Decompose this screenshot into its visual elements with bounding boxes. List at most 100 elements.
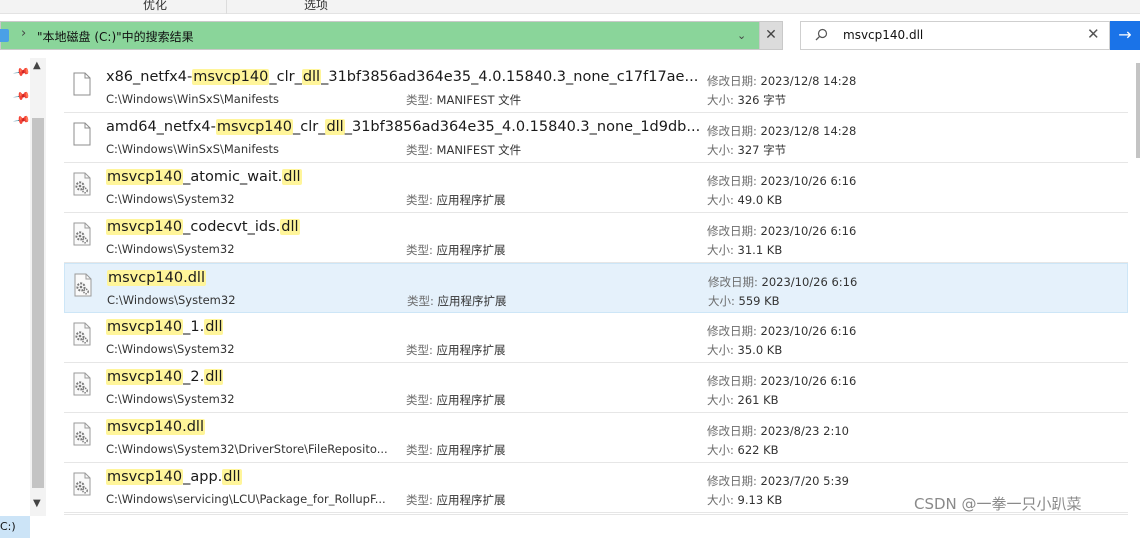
address-bar[interactable]: › "本地磁盘 (C:)"中的搜索结果 ⌄ bbox=[0, 21, 760, 50]
file-path: C:\Windows\System32\DriverStore\FileRepo… bbox=[106, 442, 388, 456]
file-name-part: _31bf3856ad364e35_4.0.15840.3_none_1d9db… bbox=[344, 119, 701, 135]
nav-scrollbar[interactable]: ▲ ▼ bbox=[30, 58, 46, 516]
type-label: 类型: bbox=[406, 393, 433, 407]
file-modified: 修改日期: 2023/12/8 14:28 bbox=[707, 73, 856, 89]
close-search-button[interactable]: ✕ bbox=[760, 21, 783, 50]
date-label: 修改日期: bbox=[707, 74, 757, 88]
dll-gear-icon bbox=[73, 222, 91, 246]
file-modified: 修改日期: 2023/7/20 5:39 bbox=[707, 473, 849, 489]
match-highlight: dll bbox=[280, 219, 300, 235]
result-row[interactable]: amd64_netfx4-msvcp140_clr_dll_31bf3856ad… bbox=[64, 113, 1128, 163]
type-value: 应用程序扩展 bbox=[436, 193, 506, 207]
file-path: C:\Windows\WinSxS\Manifests bbox=[106, 142, 279, 156]
dll-gear-icon bbox=[73, 372, 91, 396]
file-name[interactable]: msvcp140.dll bbox=[106, 419, 205, 435]
file-path-text: C:\Windows\System32 bbox=[106, 192, 235, 206]
size-label: 大小: bbox=[707, 393, 734, 407]
date-value: 2023/10/26 6:16 bbox=[760, 224, 857, 238]
date-value: 2023/8/23 2:10 bbox=[760, 424, 849, 438]
file-modified: 修改日期: 2023/10/26 6:16 bbox=[708, 274, 857, 290]
match-highlight: msvcp140.dll bbox=[107, 270, 206, 286]
result-row[interactable]: msvcp140_codecvt_ids.dll C:\Windows\Syste… bbox=[64, 213, 1128, 263]
ribbon-tab-optimize[interactable]: 优化 bbox=[143, 0, 167, 13]
chevron-right-icon[interactable]: › bbox=[21, 26, 26, 41]
size-value: 9.13 KB bbox=[737, 493, 783, 507]
pin-icon[interactable]: 📌 bbox=[13, 111, 32, 130]
file-name-part: _codecvt_ids. bbox=[183, 219, 281, 235]
file-modified: 修改日期: 2023/8/23 2:10 bbox=[707, 423, 849, 439]
match-highlight: msvcp140 bbox=[192, 69, 270, 85]
results-scrollbar-thumb[interactable] bbox=[1136, 63, 1140, 158]
file-path: C:\Windows\System32 bbox=[106, 392, 235, 406]
file-name[interactable]: msvcp140_1.dll bbox=[106, 319, 224, 335]
file-name[interactable]: x86_netfx4-msvcp140_clr_dll_31bf3856ad36… bbox=[106, 69, 698, 85]
date-label: 修改日期: bbox=[707, 424, 757, 438]
file-path-text: C:\Windows\System32 bbox=[106, 342, 235, 356]
type-label: 类型: bbox=[406, 193, 433, 207]
search-go-button[interactable]: → bbox=[1110, 21, 1140, 50]
date-value: 2023/10/26 6:16 bbox=[760, 324, 857, 338]
pin-icon[interactable]: 📌 bbox=[13, 87, 32, 106]
scrollbar-thumb[interactable] bbox=[32, 118, 44, 488]
file-size: 大小: 326 字节 bbox=[707, 92, 786, 108]
file-name[interactable]: msvcp140.dll bbox=[107, 270, 206, 286]
result-row[interactable]: msvcp140.dll C:\Windows\System32 类型: 应用程序扩… bbox=[64, 263, 1128, 313]
dll-gear-icon bbox=[73, 422, 91, 446]
type-label: 类型: bbox=[406, 93, 433, 107]
match-highlight: dll bbox=[204, 319, 224, 335]
file-modified: 修改日期: 2023/12/8 14:28 bbox=[707, 123, 856, 139]
date-value: 2023/10/26 6:16 bbox=[761, 275, 858, 289]
file-name[interactable]: msvcp140_codecvt_ids.dll bbox=[106, 219, 300, 235]
date-value: 2023/12/8 14:28 bbox=[760, 74, 857, 88]
date-value: 2023/7/20 5:39 bbox=[760, 474, 849, 488]
computer-icon bbox=[0, 29, 9, 42]
file-name[interactable]: msvcp140_app.dll bbox=[106, 469, 242, 485]
file-name[interactable]: msvcp140_2.dll bbox=[106, 369, 224, 385]
date-value: 2023/12/8 14:28 bbox=[760, 124, 857, 138]
file-name-part: _clr_ bbox=[269, 69, 302, 85]
result-row[interactable]: msvcp140.dll C:\Windows\System32\DriverSt… bbox=[64, 413, 1128, 463]
date-label: 修改日期: bbox=[707, 374, 757, 388]
search-box[interactable]: msvcp140.dll ✕ bbox=[800, 21, 1110, 50]
search-input[interactable]: msvcp140.dll bbox=[843, 28, 923, 42]
file-size: 大小: 261 KB bbox=[707, 392, 779, 408]
file-type: 类型: 应用程序扩展 bbox=[406, 442, 506, 458]
size-label: 大小: bbox=[707, 243, 734, 257]
pin-icon[interactable]: 📌 bbox=[13, 63, 32, 82]
type-value: 应用程序扩展 bbox=[437, 294, 507, 308]
match-highlight: dll bbox=[282, 169, 302, 185]
file-path: C:\Windows\System32 bbox=[106, 192, 235, 206]
scroll-up-icon[interactable]: ▲ bbox=[33, 60, 41, 71]
scroll-down-icon[interactable]: ▼ bbox=[33, 498, 41, 509]
chevron-down-icon[interactable]: ⌄ bbox=[737, 29, 746, 42]
list-bottom-divider bbox=[64, 514, 1128, 515]
size-value: 559 KB bbox=[738, 294, 780, 308]
dll-gear-icon bbox=[74, 273, 92, 297]
size-label: 大小: bbox=[707, 193, 734, 207]
file-name-part: amd64_netfx4- bbox=[106, 119, 216, 135]
size-value: 622 KB bbox=[737, 443, 779, 457]
file-size: 大小: 49.0 KB bbox=[707, 192, 782, 208]
file-modified: 修改日期: 2023/10/26 6:16 bbox=[707, 323, 856, 339]
nav-item-local-disk[interactable]: C:) bbox=[0, 516, 30, 538]
type-label: 类型: bbox=[407, 294, 434, 308]
type-value: 应用程序扩展 bbox=[436, 243, 506, 257]
result-row[interactable]: msvcp140_1.dll C:\Windows\System32 类型: 应用程… bbox=[64, 313, 1128, 363]
file-path-text: C:\Windows\System32 bbox=[106, 392, 235, 406]
address-path[interactable]: "本地磁盘 (C:)"中的搜索结果 bbox=[37, 28, 194, 45]
file-name-part: _clr_ bbox=[292, 119, 326, 135]
dll-gear-icon bbox=[73, 472, 91, 496]
ribbon-tab-options[interactable]: 选项 bbox=[304, 0, 328, 13]
type-label: 类型: bbox=[406, 143, 433, 157]
result-row[interactable]: x86_netfx4-msvcp140_clr_dll_31bf3856ad36… bbox=[64, 63, 1128, 113]
file-name[interactable]: amd64_netfx4-msvcp140_clr_dll_31bf3856ad… bbox=[106, 119, 700, 135]
file-type: 类型: 应用程序扩展 bbox=[406, 192, 506, 208]
size-value: 327 字节 bbox=[737, 143, 787, 157]
result-row[interactable]: msvcp140_atomic_wait.dll C:\Windows\Syste… bbox=[64, 163, 1128, 213]
file-name-part: _2. bbox=[183, 369, 205, 385]
result-row[interactable]: msvcp140_2.dll C:\Windows\System32 类型: 应用程… bbox=[64, 363, 1128, 413]
file-name[interactable]: msvcp140_atomic_wait.dll bbox=[106, 169, 302, 185]
clear-search-icon[interactable]: ✕ bbox=[1087, 25, 1100, 43]
type-label: 类型: bbox=[406, 493, 433, 507]
match-highlight: dll bbox=[325, 119, 345, 135]
